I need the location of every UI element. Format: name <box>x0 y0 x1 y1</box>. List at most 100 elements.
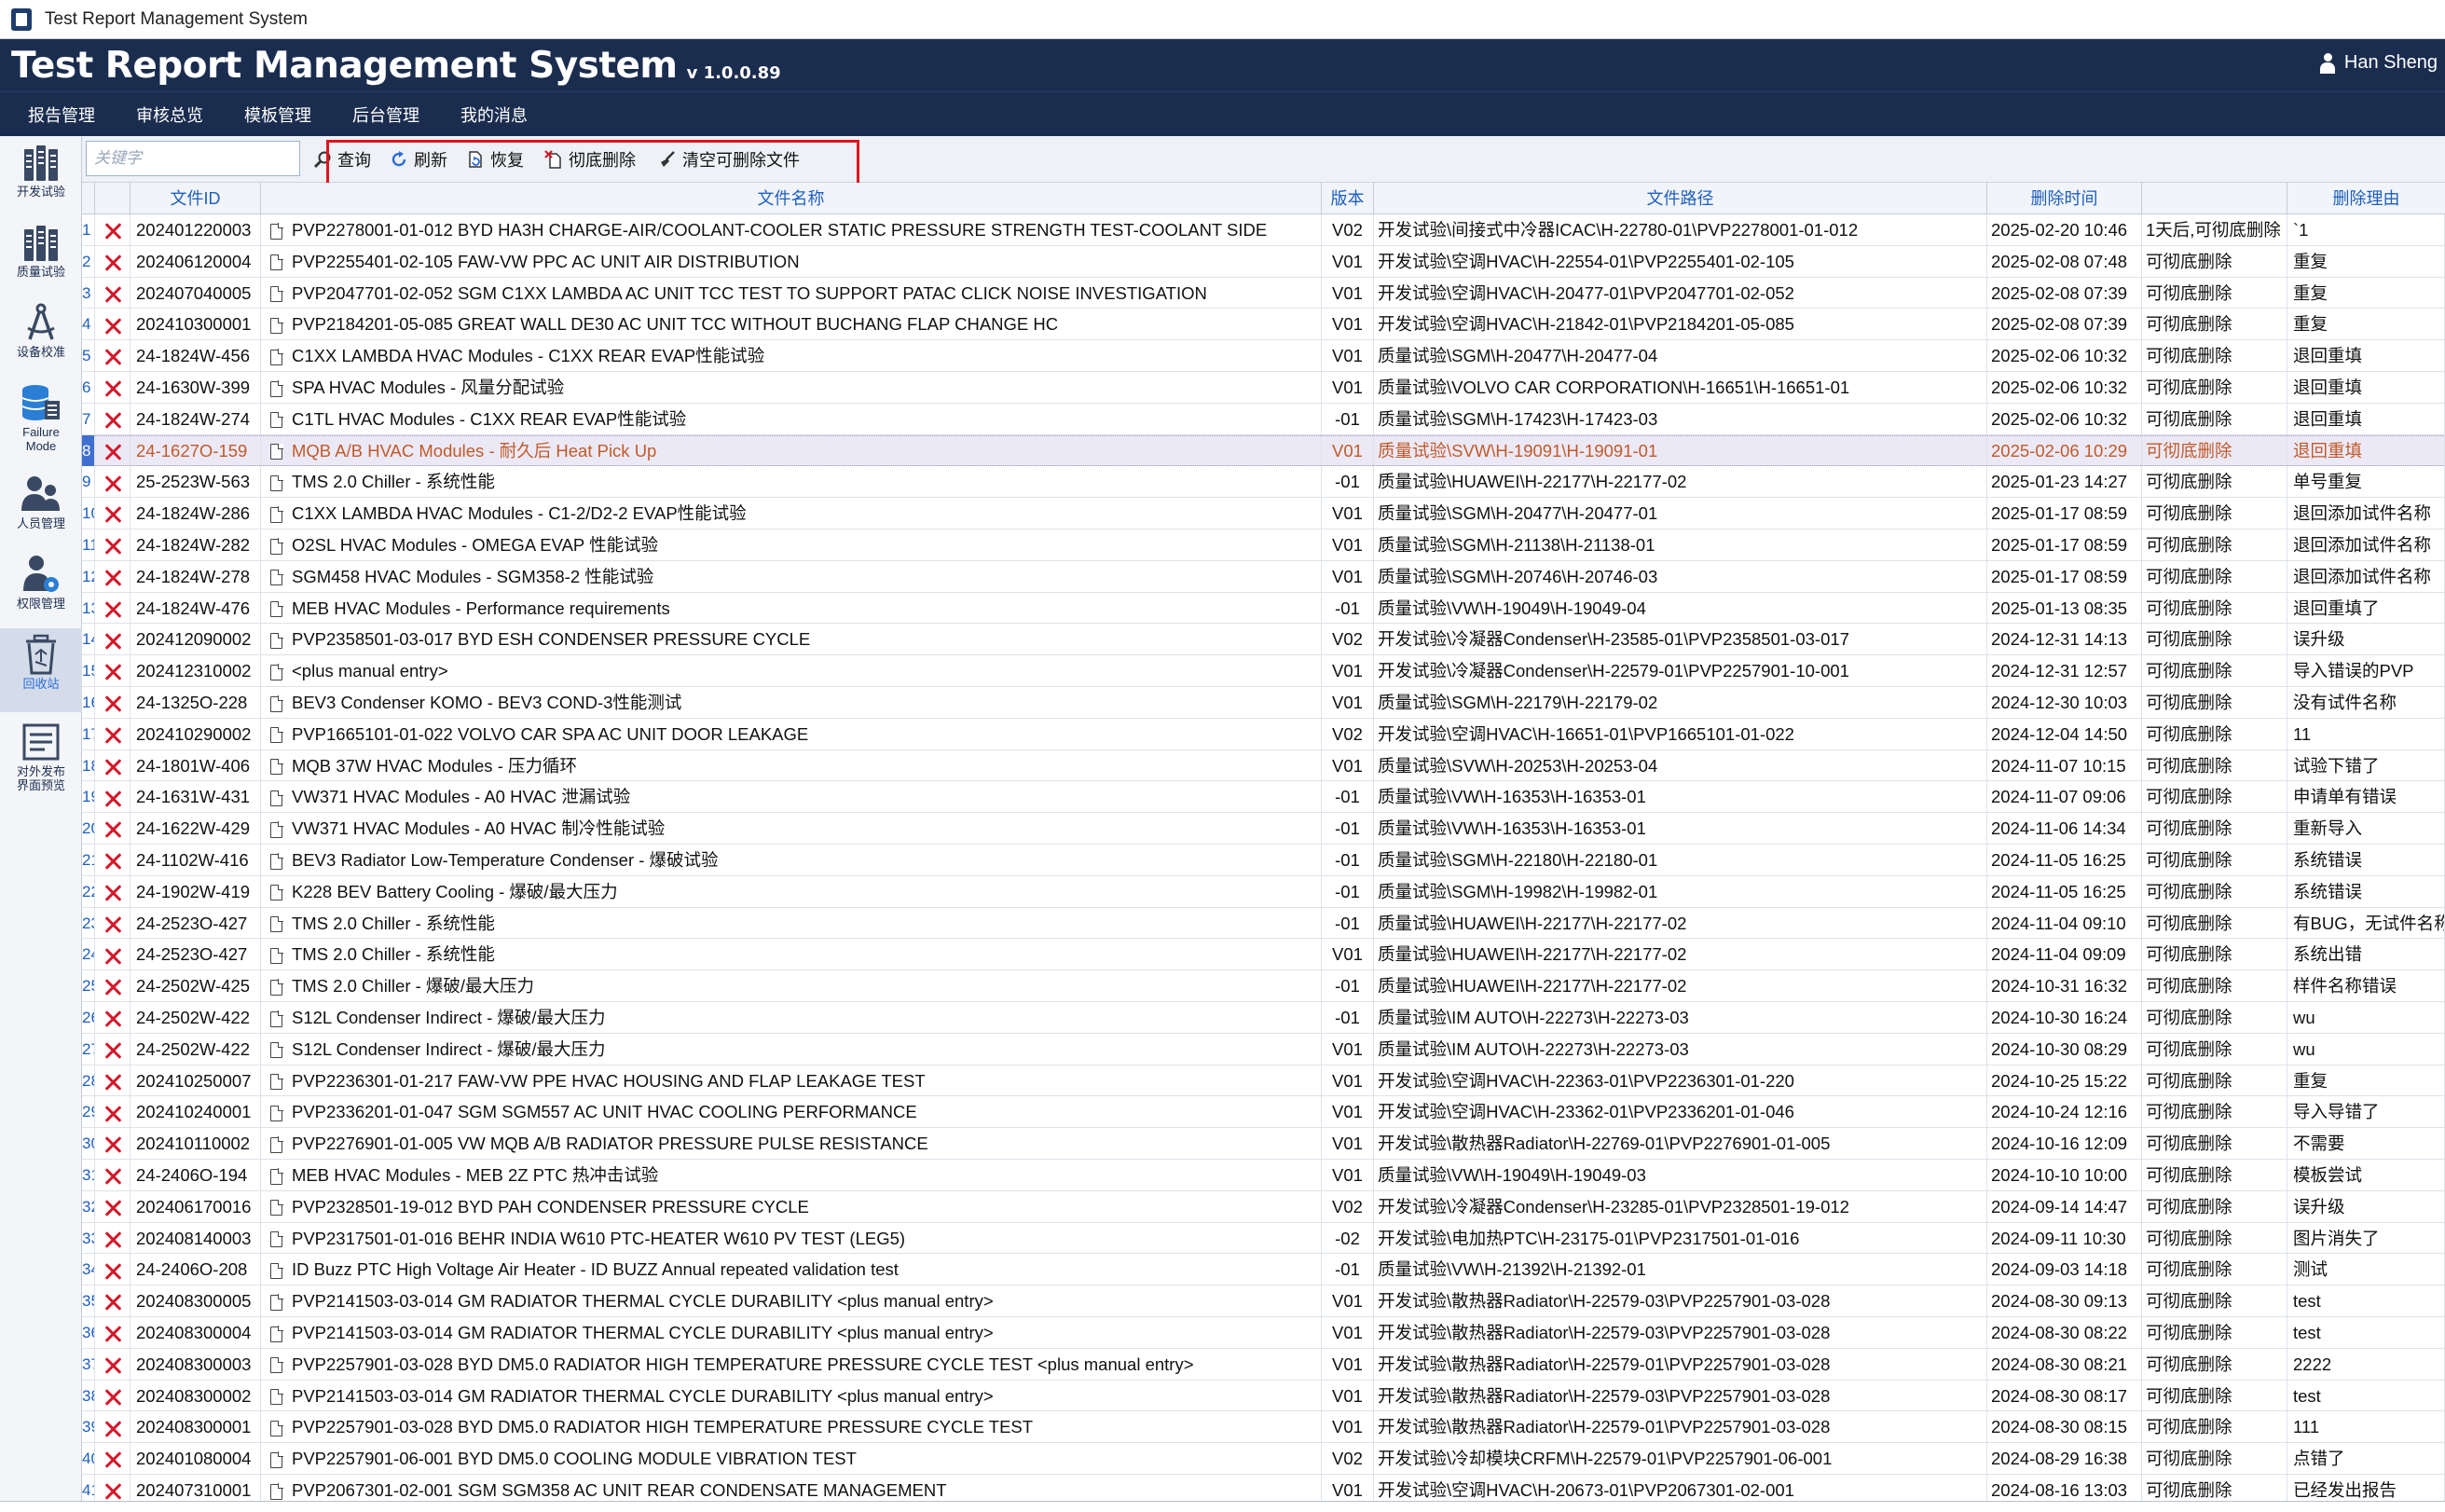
table-row[interactable]: 2 202406120004 PVP2255401-02-105 FAW-VW PP… <box>82 245 2445 278</box>
menu-review-overview[interactable]: 审核总览 <box>116 103 224 127</box>
delete-x-icon[interactable] <box>104 380 121 397</box>
table-row[interactable]: 26 24-2502W-422 S12L Condenser Indirect - … <box>82 1002 2445 1034</box>
table-row[interactable]: 22 24-1902W-419 K228 BEV Battery Cooling -… <box>82 875 2445 908</box>
table-row[interactable]: 32 202406170016 PVP2328501-19-012 BYD PAH … <box>82 1190 2445 1223</box>
table-row[interactable]: 5 24-1824W-456 C1XX LAMBDA HVAC Modules - … <box>82 340 2445 372</box>
menu-report-management[interactable]: 报告管理 <box>0 103 116 127</box>
table-row[interactable]: 13 24-1824W-476 MEB HVAC Modules - Perform… <box>82 592 2445 625</box>
delete-x-icon[interactable] <box>104 1483 121 1500</box>
table-row[interactable]: 37 202408300003 PVP2257901-03-028 BYD DM5.… <box>82 1348 2445 1381</box>
delete-x-icon[interactable] <box>104 853 121 870</box>
delete-x-icon[interactable] <box>104 1294 121 1311</box>
delete-x-icon[interactable] <box>104 1200 121 1216</box>
delete-x-icon[interactable] <box>104 318 121 335</box>
header-delete-time[interactable]: 删除时间 <box>1987 183 2142 214</box>
table-row[interactable]: 17 202410290002 PVP1665101-01-022 VOLVO CA… <box>82 718 2445 750</box>
table-row[interactable]: 12 24-1824W-278 SGM458 HVAC Modules - SGM3… <box>82 560 2445 593</box>
delete-x-icon[interactable] <box>104 1231 121 1248</box>
header-file-name[interactable]: 文件名称 <box>261 183 1322 214</box>
table-row[interactable]: 19 24-1631W-431 VW371 HVAC Modules - A0 HV… <box>82 781 2445 814</box>
delete-x-icon[interactable] <box>104 948 121 965</box>
header-file-id[interactable]: 文件ID <box>130 183 261 214</box>
delete-x-icon[interactable] <box>104 1263 121 1280</box>
sidebar-item-development-test[interactable]: 开发试验 <box>0 136 82 214</box>
delete-x-icon[interactable] <box>104 286 121 303</box>
sidebar-item-quality-test[interactable]: 质量试验 <box>0 216 82 295</box>
sidebar-item-permission-management[interactable]: 权限管理 <box>0 548 82 626</box>
delete-x-icon[interactable] <box>104 1010 121 1027</box>
table-row[interactable]: 29 202410240001 PVP2336201-01-047 SGM SGM5… <box>82 1096 2445 1129</box>
table-row[interactable]: 14 202412090002 PVP2358501-03-017 BYD ESH … <box>82 624 2445 656</box>
table-row[interactable]: 28 202410250007 PVP2236301-01-217 FAW-VW P… <box>82 1065 2445 1097</box>
table-row[interactable]: 6 24-1630W-399 SPA HVAC Modules - 风量分配试验 V0… <box>82 372 2445 404</box>
table-row[interactable]: 7 24-1824W-274 C1TL HVAC Modules - C1XX RE… <box>82 403 2445 435</box>
table-row[interactable]: 27 24-2502W-422 S12L Condenser Indirect - … <box>82 1033 2445 1065</box>
delete-x-icon[interactable] <box>104 633 121 650</box>
header-delete-reason[interactable]: 删除理由 <box>2287 183 2445 214</box>
delete-x-icon[interactable] <box>104 664 121 680</box>
table-row[interactable]: 41 202407310001 PVP2067301-02-001 SGM SGM3… <box>82 1475 2445 1501</box>
table-row[interactable]: 3 202407040005 PVP2047701-02-052 SGM C1XX … <box>82 277 2445 309</box>
table-row[interactable]: 39 202408300001 PVP2257901-03-028 BYD DM5.… <box>82 1411 2445 1444</box>
table-row[interactable]: 33 202408140003 PVP2317501-01-016 BEHR IND… <box>82 1222 2445 1255</box>
delete-x-icon[interactable] <box>104 1168 121 1185</box>
delete-x-icon[interactable] <box>104 570 121 586</box>
delete-x-icon[interactable] <box>104 1421 121 1437</box>
delete-x-icon[interactable] <box>104 475 121 492</box>
delete-x-icon[interactable] <box>104 538 121 555</box>
delete-x-icon[interactable] <box>104 1074 121 1091</box>
delete-x-icon[interactable] <box>104 601 121 618</box>
delete-x-icon[interactable] <box>104 916 121 933</box>
table-row[interactable]: 25 24-2502W-425 TMS 2.0 Chiller - 爆破/最大压力 -… <box>82 970 2445 1002</box>
table-row[interactable]: 34 24-2406O-208 ID Buzz PTC High Voltage A… <box>82 1254 2445 1286</box>
table-row[interactable]: 38 202408300002 PVP2141503-03-014 GM RADIA… <box>82 1380 2445 1412</box>
header-status[interactable] <box>2142 183 2287 214</box>
sidebar-item-public-preview[interactable]: 对外发布界面预览 <box>0 716 82 809</box>
delete-x-icon[interactable] <box>104 1451 121 1468</box>
sidebar-item-personnel-management[interactable]: 人员管理 <box>0 468 82 546</box>
table-row[interactable]: 20 24-1622W-429 VW371 HVAC Modules - A0 HV… <box>82 813 2445 845</box>
sidebar-item-recycle-bin[interactable]: 回收站 <box>0 628 82 712</box>
keyword-search-input[interactable] <box>86 141 300 176</box>
delete-x-icon[interactable] <box>104 821 121 838</box>
table-row[interactable]: 15 202412310002 <plus manual entry> V01 开发试验… <box>82 655 2445 687</box>
menu-template-management[interactable]: 模板管理 <box>224 103 332 127</box>
table-row[interactable]: 23 24-2523O-427 TMS 2.0 Chiller - 系统性能 -01 质… <box>82 907 2445 940</box>
delete-x-icon[interactable] <box>104 885 121 901</box>
delete-x-icon[interactable] <box>104 444 121 460</box>
delete-x-icon[interactable] <box>104 727 121 744</box>
table-row[interactable]: 36 202408300004 PVP2141503-03-014 GM RADIA… <box>82 1317 2445 1349</box>
delete-x-icon[interactable] <box>104 1326 121 1342</box>
table-row[interactable]: 16 24-1325O-228 BEV3 Condenser KOMO - BEV3… <box>82 687 2445 719</box>
table-row[interactable]: 30 202410110002 PVP2276901-01-005 VW MQB A… <box>82 1128 2445 1160</box>
delete-x-icon[interactable] <box>104 1106 121 1122</box>
delete-x-icon[interactable] <box>104 254 121 271</box>
delete-x-icon[interactable] <box>104 790 121 807</box>
table-row[interactable]: 21 24-1102W-416 BEV3 Radiator Low-Temperat… <box>82 845 2445 876</box>
delete-x-icon[interactable] <box>104 979 121 996</box>
table-row[interactable]: 18 24-1801W-406 MQB 37W HVAC Modules - 压力循… <box>82 749 2445 782</box>
table-row[interactable]: 35 202408300005 PVP2141503-03-014 GM RADIA… <box>82 1285 2445 1317</box>
table-row[interactable]: 4 202410300001 PVP2184201-05-085 GREAT WAL… <box>82 309 2445 341</box>
delete-x-icon[interactable] <box>104 1389 121 1406</box>
table-row[interactable]: 8 24-1627O-159 MQB A/B HVAC Modules - 耐久后 … <box>82 434 2445 467</box>
table-row[interactable]: 24 24-2523O-427 TMS 2.0 Chiller - 系统性能 V01 质… <box>82 939 2445 971</box>
table-row[interactable]: 1 202401220003 PVP2278001-01-012 BYD HA3H … <box>82 214 2445 246</box>
delete-x-icon[interactable] <box>104 223 121 240</box>
sidebar-item-failure-mode[interactable]: Failure Mode <box>0 377 82 466</box>
delete-x-icon[interactable] <box>104 695 121 712</box>
table-row[interactable]: 31 24-2406O-194 MEB HVAC Modules - MEB 2Z … <box>82 1160 2445 1191</box>
delete-x-icon[interactable] <box>104 506 121 523</box>
menu-my-messages[interactable]: 我的消息 <box>440 103 548 127</box>
table-row[interactable]: 9 25-2523W-563 TMS 2.0 Chiller - 系统性能 -01 质量… <box>82 466 2445 499</box>
header-file-path[interactable]: 文件路径 <box>1374 183 1987 214</box>
table-row[interactable]: 10 24-1824W-286 C1XX LAMBDA HVAC Modules -… <box>82 498 2445 529</box>
sidebar-item-equipment-calibration[interactable]: 设备校准 <box>0 296 82 375</box>
delete-x-icon[interactable] <box>104 759 121 776</box>
delete-x-icon[interactable] <box>104 1136 121 1153</box>
delete-x-icon[interactable] <box>104 1042 121 1059</box>
delete-x-icon[interactable] <box>104 349 121 365</box>
table-row[interactable]: 11 24-1824W-282 O2SL HVAC Modules - OMEGA … <box>82 529 2445 561</box>
header-version[interactable]: 版本 <box>1322 183 1374 214</box>
user-menu[interactable]: Han Sheng <box>2319 52 2438 74</box>
